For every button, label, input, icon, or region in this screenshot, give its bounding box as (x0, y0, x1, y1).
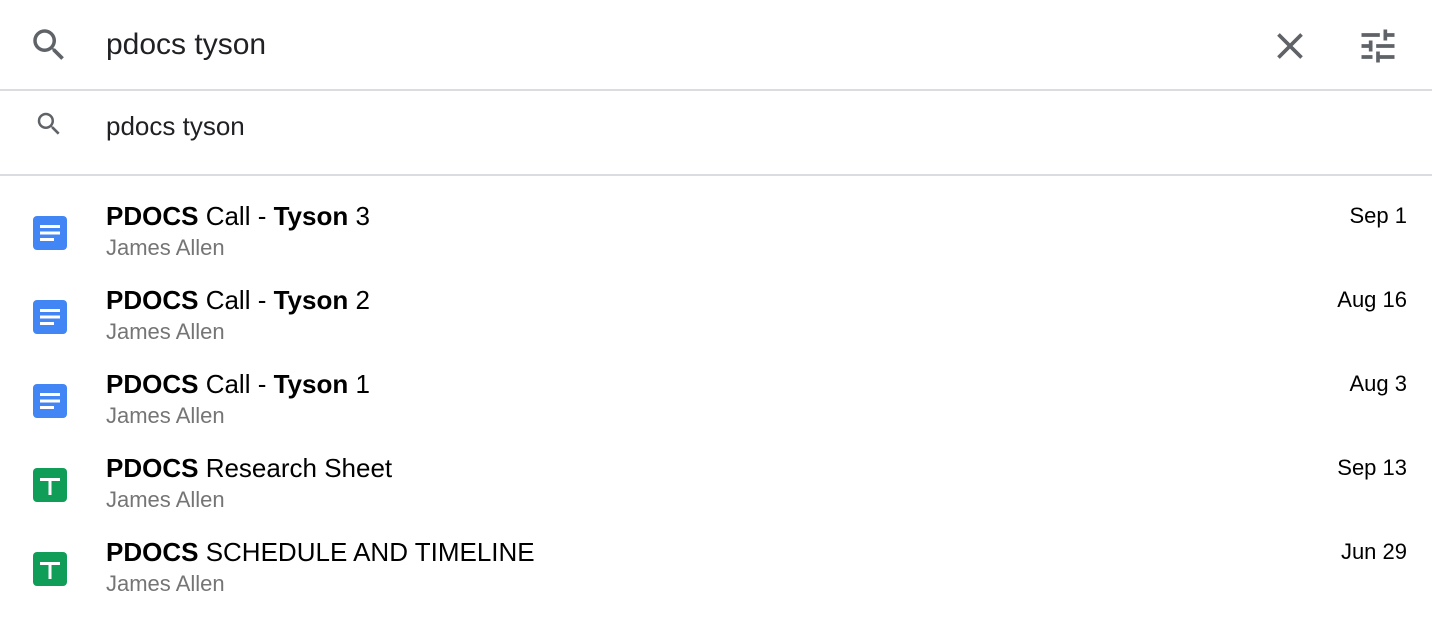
result-owner: James Allen (106, 403, 225, 428)
search-options-button[interactable] (1356, 24, 1400, 68)
result-title: PDOCS Call - Tyson 1 (106, 369, 370, 399)
google-docs-icon (33, 300, 67, 334)
search-bar: pdocs tyson (0, 0, 1432, 91)
result-item[interactable]: PDOCS SCHEDULE AND TIMELINE James Allen … (0, 512, 1432, 596)
search-icon (34, 109, 64, 139)
suggestion-text: pdocs tyson (106, 111, 245, 141)
google-docs-icon (33, 216, 67, 250)
search-icon[interactable] (28, 24, 70, 66)
google-sheets-icon (33, 468, 67, 502)
tune-icon (1361, 29, 1395, 63)
result-item[interactable]: PDOCS Research Sheet James Allen Sep 13 (0, 428, 1432, 512)
result-owner: James Allen (106, 235, 225, 260)
result-title: PDOCS SCHEDULE AND TIMELINE (106, 537, 535, 567)
clear-search-button[interactable] (1268, 24, 1312, 68)
result-item[interactable]: PDOCS Call - Tyson 1 James Allen Aug 3 (0, 344, 1432, 428)
result-title: PDOCS Call - Tyson 2 (106, 285, 370, 315)
result-date: Sep 1 (1349, 203, 1408, 228)
search-suggestion[interactable]: pdocs tyson (0, 91, 1432, 176)
result-owner: James Allen (106, 487, 225, 512)
search-input[interactable]: pdocs tyson (106, 26, 266, 64)
result-item[interactable]: PDOCS Call - Tyson 3 James Allen Sep 1 (0, 176, 1432, 260)
close-icon (1277, 33, 1303, 59)
google-sheets-icon (33, 552, 67, 586)
result-date: Jun 29 (1340, 539, 1407, 564)
result-owner: James Allen (106, 319, 225, 344)
result-date: Aug 3 (1349, 371, 1408, 396)
google-docs-icon (33, 384, 67, 418)
result-title: PDOCS Research Sheet (106, 453, 393, 483)
result-date: Sep 13 (1337, 455, 1407, 480)
result-title: PDOCS Call - Tyson 3 (106, 201, 370, 231)
result-item[interactable]: PDOCS Call - Tyson 2 James Allen Aug 16 (0, 260, 1432, 344)
result-owner: James Allen (106, 571, 225, 596)
result-date: Aug 16 (1337, 287, 1407, 312)
